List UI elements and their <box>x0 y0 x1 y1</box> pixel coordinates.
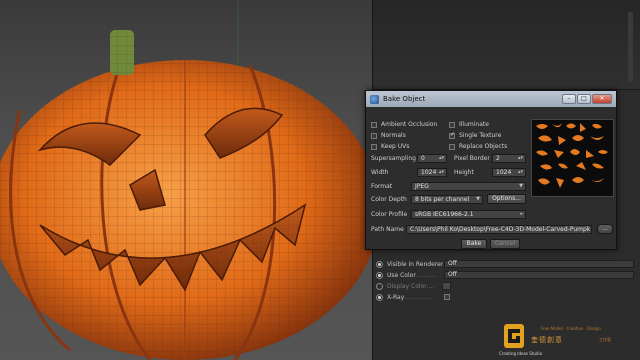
options-button[interactable]: Options... <box>487 194 526 204</box>
option-label: Illuminate <box>459 121 489 128</box>
close-button[interactable]: ✕ <box>592 94 612 104</box>
width-field[interactable]: 1024 ▴▾ <box>417 168 447 177</box>
studio-logo-icon <box>504 324 524 348</box>
pumpkin-model <box>0 0 372 360</box>
path-name-label: Path Name <box>371 226 404 233</box>
color-depth-label: Color Depth <box>371 196 407 203</box>
attr-row-xray: X-Ray .............. <box>372 292 450 303</box>
visible-in-renderer-dropdown[interactable]: Off <box>444 260 634 268</box>
checkbox[interactable] <box>449 143 455 150</box>
field-value: C:\Users\Phil Ko\Desktop\Free-C4D-3D-Mod… <box>410 226 591 233</box>
option-replace-objects[interactable]: Replace Objects <box>449 142 507 151</box>
option-label: Replace Objects <box>459 143 508 150</box>
pixel-border-field[interactable]: 2 ▴▾ <box>492 154 526 163</box>
browse-button[interactable]: ... <box>597 224 613 234</box>
option-label: Single Texture <box>459 132 502 139</box>
display-color-swatch[interactable] <box>442 282 451 290</box>
checkbox[interactable] <box>371 132 377 139</box>
height-label: Height <box>454 169 474 176</box>
texture-preview <box>531 119 614 197</box>
option-illuminate[interactable]: Illuminate <box>449 120 489 129</box>
minimize-button[interactable]: – <box>562 94 576 104</box>
watermark-topline: Free Model · Creative · Design <box>541 326 601 331</box>
watermark-brand: 奎德創意 <box>531 336 563 344</box>
stepper-icon[interactable]: ▴▾ <box>518 169 523 176</box>
field-value: JPEG <box>415 183 429 190</box>
attr-dots: .... <box>426 283 435 290</box>
attr-label: Visible in Renderer <box>387 261 444 268</box>
format-label: Format <box>371 183 393 190</box>
xray-checkbox[interactable] <box>444 294 450 300</box>
attr-row-display-color: Display Color .... <box>372 281 451 292</box>
chevron-right-icon[interactable]: ▸ <box>520 211 523 218</box>
checkbox-checked[interactable] <box>449 131 455 139</box>
watermark-tagline: Creating Ideas Studio <box>499 351 543 356</box>
cancel-button: Cancel <box>490 239 520 249</box>
field-value: 1024 <box>496 169 512 176</box>
attr-label: Use Color <box>387 272 416 279</box>
attr-label: Display Color <box>387 283 427 290</box>
scrollbar[interactable] <box>628 12 633 82</box>
supersampling-label: Supersampling <box>371 155 416 162</box>
animate-radio[interactable] <box>376 283 383 290</box>
watermark-brand-sub: 工作室 <box>599 337 611 342</box>
height-field[interactable]: 1024 ▴▾ <box>492 168 526 177</box>
animate-radio[interactable] <box>376 272 383 279</box>
3d-viewport[interactable] <box>0 0 372 360</box>
color-profile-label: Color Profile <box>371 211 408 218</box>
width-label: Width <box>371 169 389 176</box>
option-label: Ambient Occlusion <box>381 121 438 128</box>
format-dropdown[interactable]: JPEG ▼ <box>411 182 526 191</box>
attr-dots: .............. <box>404 294 431 301</box>
field-value: 8 bits per channel <box>415 196 470 203</box>
option-label: Normals <box>381 132 406 139</box>
chevron-down-icon: ▼ <box>476 196 480 202</box>
field-value: sRGB IEC61966-2.1 <box>415 211 474 218</box>
stepper-icon[interactable]: ▴▾ <box>439 155 444 162</box>
color-depth-dropdown[interactable]: 8 bits per channel ▼ <box>411 195 483 204</box>
checkbox[interactable] <box>371 143 377 150</box>
bake-object-dialog: Bake Object – □ ✕ Ambient Occlusion Illu… <box>365 90 617 250</box>
checkbox[interactable] <box>371 121 377 128</box>
attr-row-visible-renderer: Visible in Renderer Off <box>372 259 634 270</box>
bake-button[interactable]: Bake <box>461 239 487 249</box>
maximize-button[interactable]: □ <box>577 94 591 104</box>
animate-radio[interactable] <box>376 261 383 268</box>
path-name-field[interactable]: C:\Users\Phil Ko\Desktop\Free-C4D-3D-Mod… <box>406 225 592 234</box>
field-value: 2 <box>496 155 500 162</box>
option-label: Keep UVs <box>381 143 410 150</box>
supersampling-field[interactable]: 0 ▴▾ <box>417 154 447 163</box>
animate-radio[interactable] <box>376 294 383 301</box>
dialog-titlebar[interactable]: Bake Object – □ ✕ <box>366 91 616 107</box>
pixel-border-label: Pixel Border <box>454 155 490 162</box>
attr-dots: ........... <box>415 272 437 279</box>
attr-row-use-color: Use Color ........... Off <box>372 270 634 281</box>
app-icon <box>370 94 379 104</box>
option-normals[interactable]: Normals <box>371 131 406 140</box>
option-keep-uvs[interactable]: Keep UVs <box>371 142 409 151</box>
chevron-down-icon: ▼ <box>519 183 523 189</box>
dialog-title: Bake Object <box>383 95 426 103</box>
stepper-icon[interactable]: ▴▾ <box>439 169 444 176</box>
object-manager-pane <box>373 0 640 90</box>
field-value: 0 <box>421 155 425 162</box>
option-ambient-occlusion[interactable]: Ambient Occlusion <box>371 120 437 129</box>
uv-texture-preview-image <box>536 123 608 188</box>
stepper-icon[interactable]: ▴▾ <box>518 155 523 162</box>
option-single-texture[interactable]: Single Texture <box>449 131 501 140</box>
studio-watermark: Free Model · Creative · Design 奎德創意 工作室 … <box>497 323 640 360</box>
field-value: 1024 <box>421 169 437 176</box>
checkbox[interactable] <box>449 121 455 128</box>
attr-label: X-Ray <box>387 294 405 301</box>
use-color-dropdown[interactable]: Off <box>444 271 634 279</box>
color-profile-field[interactable]: sRGB IEC61966-2.1 ▸ <box>411 210 526 219</box>
